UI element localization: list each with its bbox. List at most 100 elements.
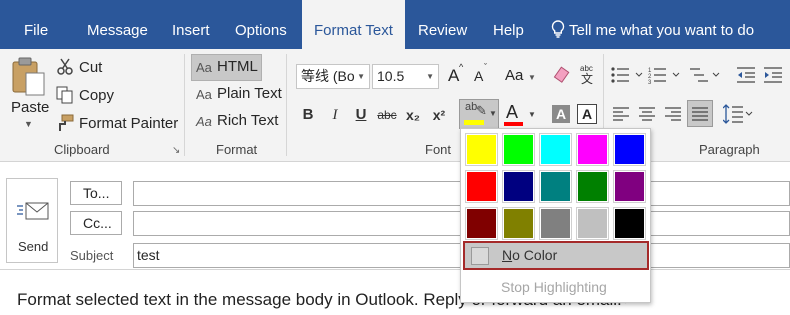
highlight-swatch[interactable] [465, 170, 498, 203]
tab-review[interactable]: Review [418, 0, 467, 49]
tab-help[interactable]: Help [493, 0, 524, 49]
grow-font-button[interactable]: A [448, 66, 459, 86]
message-body[interactable]: Format selected text in the message body… [0, 269, 790, 315]
bullets-icon[interactable] [611, 66, 645, 87]
highlight-swatch[interactable] [613, 170, 646, 203]
highlight-swatch[interactable] [576, 170, 609, 203]
italic-button[interactable]: I [324, 103, 346, 127]
align-right-icon[interactable] [665, 106, 681, 125]
strikethrough-button[interactable]: abc [374, 103, 400, 127]
copy-button[interactable]: Copy [79, 87, 114, 104]
cut-icon [56, 58, 74, 79]
clear-formatting-icon[interactable] [553, 66, 571, 87]
paragraph-group-label: Paragraph [699, 142, 760, 157]
tab-format-text[interactable]: Format Text [302, 0, 405, 49]
bold-button[interactable]: B [297, 103, 319, 127]
lightbulb-icon [551, 20, 565, 38]
chevron-down-icon: ▼ [528, 110, 536, 119]
separator [286, 54, 287, 156]
html-aa-icon: Aa [196, 60, 212, 75]
increase-indent-icon[interactable] [764, 66, 784, 87]
justify-button[interactable] [687, 100, 713, 127]
grow-arrow-icon: ^ [459, 62, 464, 72]
paste-label: Paste [11, 99, 50, 116]
message-compose-area: Send To... Cc... Subject test Format sel… [0, 163, 790, 315]
line-spacing-icon[interactable] [722, 104, 753, 127]
font-name-combobox[interactable]: 等线 (Bo ▼ [296, 64, 370, 89]
svg-text:文: 文 [581, 71, 593, 85]
no-color-label-rest: o Color [512, 247, 558, 263]
highlight-swatch[interactable] [502, 207, 535, 240]
format-painter-button[interactable]: Format Painter [79, 115, 178, 132]
shrink-font-button[interactable]: A [474, 68, 483, 84]
highlight-swatch[interactable] [465, 133, 498, 166]
no-color-accel-letter: N [502, 247, 513, 263]
pen-icon: ✎ [476, 103, 487, 118]
text-highlight-button[interactable]: ab ✎ ▼ [459, 99, 499, 129]
font-name-value: 等线 (Bo [301, 68, 355, 84]
phonetic-guide-icon[interactable]: abc 文 [578, 63, 598, 88]
underline-button[interactable]: U [350, 103, 372, 127]
no-color-label: No Color [502, 247, 557, 263]
tab-message[interactable]: Message [87, 0, 148, 49]
cut-button[interactable]: Cut [79, 59, 102, 76]
html-format-button[interactable]: HTML [217, 58, 258, 75]
ribbon-tab-bar: File Message Insert Options Format Text … [0, 0, 790, 49]
highlight-swatch[interactable] [502, 170, 535, 203]
shrink-arrow-icon: ˇ [484, 62, 487, 72]
highlight-swatch[interactable] [576, 207, 609, 240]
format-painter-icon [56, 114, 74, 135]
paste-button[interactable] [10, 57, 46, 100]
multilevel-list-icon[interactable] [690, 66, 722, 87]
to-button[interactable]: To... [70, 181, 122, 205]
highlight-swatch[interactable] [465, 207, 498, 240]
tab-file[interactable]: File [24, 0, 48, 49]
character-shading-icon[interactable]: A [552, 105, 570, 123]
chevron-down-icon: ▼ [426, 72, 434, 81]
tell-me-text: Tell me what you want to do [569, 22, 755, 39]
font-color-button[interactable]: A [506, 102, 518, 123]
rich-text-format-button[interactable]: Rich Text [217, 112, 278, 129]
justify-icon [692, 107, 708, 121]
chevron-down-icon: ▼ [489, 109, 497, 118]
clipboard-group-label: Clipboard [54, 142, 110, 157]
highlight-swatch[interactable] [576, 133, 609, 166]
numbering-icon[interactable]: 123 [648, 66, 682, 87]
rich-text-aa-icon: Aa [196, 114, 212, 129]
envelope-send-icon [17, 202, 49, 220]
superscript-button[interactable]: x² [428, 103, 450, 127]
plain-text-format-button[interactable]: Plain Text [217, 85, 282, 102]
highlight-swatch[interactable] [613, 133, 646, 166]
plain-text-aa-icon: Aa [196, 87, 212, 102]
cc-button[interactable]: Cc... [70, 211, 122, 235]
copy-icon [56, 86, 74, 107]
clipboard-launcher-icon[interactable]: ↘ [172, 145, 180, 156]
decrease-indent-icon[interactable] [737, 66, 757, 87]
character-border-icon[interactable]: A [577, 104, 597, 124]
tell-me-search[interactable]: Tell me what you want to do [550, 0, 754, 49]
send-button[interactable]: Send [6, 178, 58, 263]
align-left-icon[interactable] [613, 106, 629, 125]
paste-dropdown-arrow[interactable]: ▼ [24, 119, 33, 129]
format-group-label: Format [216, 142, 258, 157]
tab-insert[interactable]: Insert [172, 0, 210, 49]
no-color-option[interactable]: No Color [463, 241, 649, 270]
send-label: Send [18, 239, 49, 254]
highlight-swatch[interactable] [502, 133, 535, 166]
change-case-button[interactable]: Aa [505, 67, 523, 84]
chevron-down-icon: ▼ [357, 72, 365, 81]
highlight-swatch[interactable] [539, 207, 572, 240]
font-size-combobox[interactable]: 10.5 ▼ [372, 64, 439, 89]
subscript-button[interactable]: x₂ [402, 103, 424, 127]
font-group-label: Font [425, 142, 452, 157]
svg-text:3: 3 [648, 80, 652, 84]
font-color-bar [504, 122, 523, 126]
no-color-swatch [471, 247, 489, 265]
font-size-value: 10.5 [377, 68, 405, 84]
highlight-swatch[interactable] [539, 170, 572, 203]
align-center-icon[interactable] [639, 106, 655, 125]
stop-highlighting-option[interactable]: Stop Highlighting [501, 279, 607, 295]
highlight-swatch[interactable] [613, 207, 646, 240]
highlight-swatch[interactable] [539, 133, 572, 166]
tab-options[interactable]: Options [235, 0, 287, 49]
